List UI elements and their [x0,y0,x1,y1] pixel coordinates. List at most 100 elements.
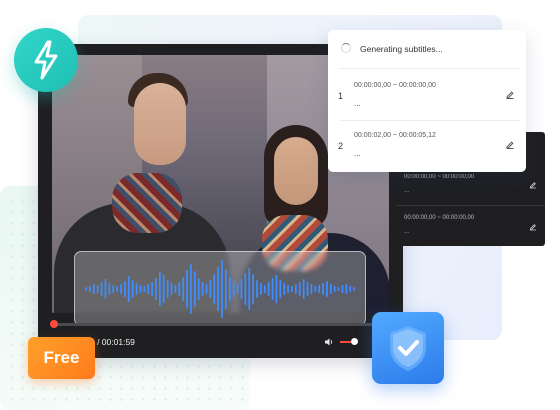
waveform-bar [213,274,216,304]
waveform-bar [306,282,309,296]
waveform-bar [120,284,122,294]
waveform-bar [333,286,336,292]
waveform-bar [178,282,181,296]
volume-slider-thumb[interactable] [351,338,358,345]
waveform-bar [225,269,227,309]
waveform-bar [337,287,340,291]
waveform-bar [310,284,313,294]
speaker-icon[interactable] [324,337,334,347]
waveform-bar [326,281,328,297]
waveform-bar [341,285,344,293]
waveform-bar [193,271,196,307]
back-row-timecode: 00:00:00,00 ~ 00:00:00,00 [404,215,475,221]
waveform-bar [197,278,200,300]
waveform-bar [248,268,251,310]
waveform-bar [186,270,188,308]
subtitle-row-timecode[interactable]: 00:00:00,00 ~ 00:00:00,00 [354,82,436,89]
playback-time: 0 / 00:01:59 [90,337,135,347]
waveform-bar [353,287,356,291]
waveform-bar [228,277,231,301]
waveform-bar [124,281,126,297]
waveform-bar [329,284,332,294]
waveform-bar [298,282,301,296]
person-woman-face [274,137,318,205]
waveform-bar [131,280,134,298]
waveform-bar [116,286,118,292]
edit-icon[interactable] [529,181,537,189]
edit-icon[interactable] [529,223,537,231]
waveform-bar [236,284,239,294]
waveform-bar [345,284,348,294]
waveform-bar [155,278,157,300]
waveform-bar [322,283,324,295]
waveform-bar [162,275,165,303]
waveform-bar [170,283,173,295]
waveform-bar [108,283,111,295]
subtitle-row-number: 1 [338,91,344,101]
shield-check-icon [372,312,444,384]
waveform-bar [349,286,352,292]
waveform-bar [112,285,115,293]
row-divider [340,120,520,121]
waveform-bar [190,264,192,314]
loading-spinner-icon [341,43,351,53]
waveform-bar [96,285,99,293]
waveform-bar [158,272,161,306]
waveform-bar [182,277,185,301]
waveform-bar [174,285,177,293]
waveform-bar [314,286,317,292]
subtitle-row-timecode[interactable]: 00:00:02,00 ~ 00:00:05,12 [354,132,436,139]
waveform-bar [240,279,243,299]
subtitle-row-number: 2 [338,141,344,151]
row-divider [340,68,520,69]
waveform-bar [85,287,87,291]
waveform-bar [209,280,212,298]
waveform-bar [291,286,293,292]
progress-track[interactable] [52,323,389,326]
subtitle-row-text[interactable]: ... [354,149,361,158]
waveform-bar [279,280,282,298]
waveform-bar [143,286,146,292]
waveform-bar [252,274,254,304]
back-row-text: ... [404,229,410,235]
waveform-bar [287,285,289,293]
waveform-bar [166,280,169,298]
edit-icon[interactable] [505,90,515,100]
waveform-bar [135,283,138,295]
row-divider [396,205,545,206]
back-row-timecode: 00:00:00,00 ~ 00:00:00,00 [404,174,475,180]
waveform-bar [92,284,95,294]
free-badge: Free [28,337,95,379]
waveform-bar [139,285,142,293]
person-man-scarf [112,173,182,233]
waveform-bar [318,285,321,293]
waveform-bar [294,284,297,294]
waveform-bar [256,280,258,298]
waveform-bar [104,279,107,299]
waveform-bar [147,284,150,294]
waveform-bar [151,282,153,296]
waveform-bar [271,278,274,300]
waveform-bar [100,282,103,296]
progress-handle[interactable] [50,320,58,328]
edit-icon[interactable] [505,140,515,150]
waveform-bar [221,260,223,318]
back-row-text: ... [404,188,410,194]
subtitle-row-text[interactable]: ... [354,99,361,108]
generating-status: Generating subtitles... [360,44,443,54]
waveform-bar [244,273,247,305]
waveform-bar [275,275,278,303]
audio-waveform [85,260,356,318]
lightning-bolt-icon [14,28,78,92]
waveform-bar [232,281,235,297]
waveform-bar [217,267,220,311]
person-man-face [134,83,186,165]
waveform-bar [263,285,266,293]
waveform-bar [205,284,208,294]
waveform-bar [283,283,286,295]
waveform-bar [260,283,262,295]
waveform-bar [127,276,130,302]
waveform-bar [267,282,270,296]
waveform-bar [89,286,91,292]
waveform-bar [302,279,305,299]
